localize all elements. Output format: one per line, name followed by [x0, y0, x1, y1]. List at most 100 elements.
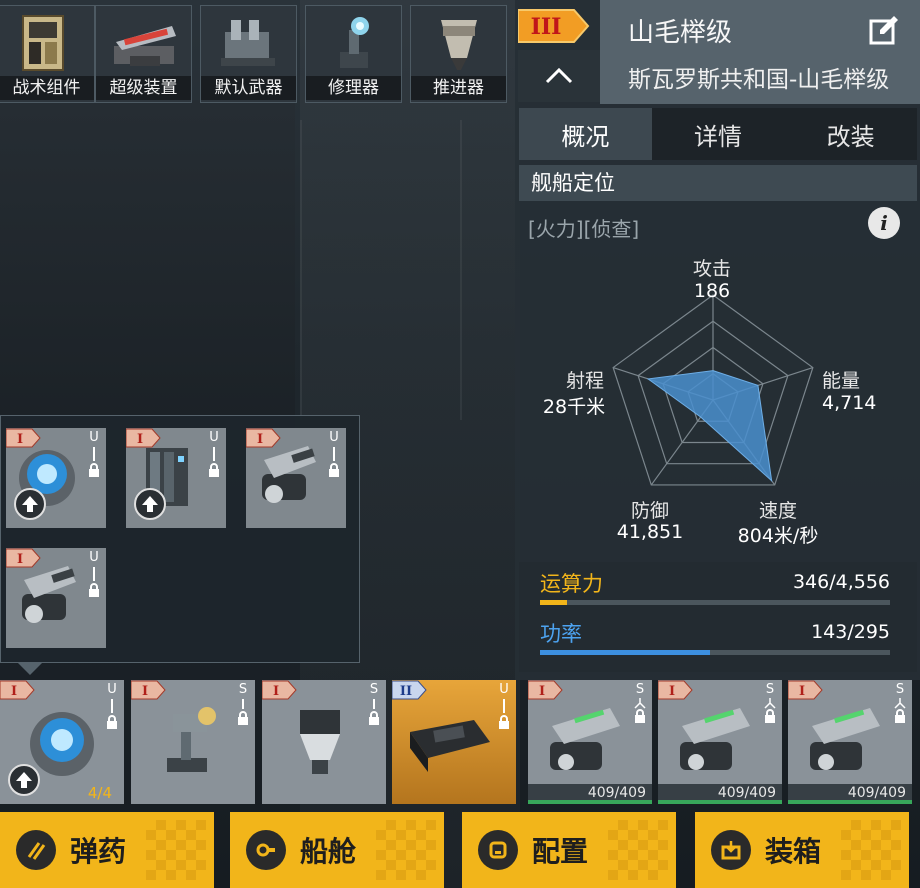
power-bar [540, 650, 890, 655]
chevron-up-icon [545, 67, 573, 84]
category-tactical-module[interactable]: 战术组件 [0, 5, 95, 103]
equipment-slot[interactable]: I S [262, 680, 386, 804]
collapse-button[interactable] [518, 50, 600, 102]
stat-range-label: 射程 [565, 370, 604, 392]
ship-tabs: 概况 详情 改装 [519, 108, 918, 160]
slot-type-letter: U [209, 430, 219, 445]
lock-icon [89, 583, 99, 597]
armor-module-art [410, 720, 490, 772]
durability-bar: 409/409 [528, 784, 652, 804]
popup-module-slot[interactable]: I U [126, 428, 226, 528]
power-value: 143/295 [811, 621, 890, 643]
power-label: 功率 [540, 622, 582, 646]
durability-bar: 409/409 [658, 784, 782, 804]
lock-icon [329, 463, 339, 477]
slot-markers: S [762, 682, 778, 723]
category-label: 默认武器 [201, 76, 296, 100]
edit-icon[interactable] [868, 14, 900, 46]
stat-defense-label: 防御 [630, 500, 669, 522]
slot-markers: S [892, 682, 908, 723]
lock-icon [765, 709, 775, 723]
config-icon [478, 830, 518, 870]
default-weapon-icon [221, 20, 275, 66]
popup-module-slot[interactable]: I U [6, 428, 106, 528]
slot-type-letter: U [89, 430, 99, 445]
popup-module-slot[interactable]: I U [246, 428, 346, 528]
arrow-up-icon [16, 772, 32, 788]
cannon-art [550, 708, 620, 770]
lock-icon [369, 711, 379, 725]
stat-attack-value: 186 [693, 280, 731, 302]
stat-range-value: 28千米 [542, 396, 606, 418]
slot-type-letter: S [369, 682, 379, 697]
tier-badge: III [518, 9, 590, 43]
svg-text:I: I [11, 684, 17, 699]
stat-speed-label: 速度 [758, 500, 797, 522]
stat-energy-label: 能量 [822, 370, 861, 392]
category-repair[interactable]: 修理器 [305, 5, 402, 103]
slot-markers: U [104, 682, 120, 729]
turret-module-art [262, 446, 316, 503]
ship-name: 山毛榉级 [628, 18, 733, 48]
slot-markers: S [235, 682, 251, 725]
upgrade-button[interactable] [14, 488, 46, 520]
durability-bar: 409/409 [788, 784, 912, 804]
tab-refit[interactable]: 改装 [784, 108, 918, 160]
crate-button[interactable]: 装箱 [695, 812, 909, 888]
tab-details[interactable]: 详情 [651, 108, 785, 160]
tier-badge: I [0, 680, 35, 700]
equipment-slot[interactable]: I S [131, 680, 255, 804]
lock-icon [107, 715, 117, 729]
tier-badge: I [528, 680, 563, 700]
cabin-button[interactable]: 船舱 [230, 812, 444, 888]
tier-label: III [531, 14, 562, 40]
slot-type-letter: S [765, 682, 775, 697]
durability-value: 409/409 [587, 785, 646, 801]
equipment-slot[interactable]: I S 409/409 [658, 680, 782, 804]
cabin-label: 船舱 [300, 835, 357, 868]
durability-value: 409/409 [847, 785, 906, 801]
crate-label: 装箱 [765, 835, 822, 868]
info-icon[interactable]: i [868, 207, 900, 239]
ammo-button[interactable]: 弹药 [0, 812, 214, 888]
category-thruster[interactable]: 推进器 [410, 5, 507, 103]
slot-type-letter: S [895, 682, 905, 697]
ship-subtitle: 斯瓦罗斯共和国-山毛榉级 [628, 67, 890, 93]
upgrade-button[interactable] [134, 488, 166, 520]
category-super-device[interactable]: 超级装置 [95, 5, 192, 103]
config-label: 配置 [532, 835, 589, 868]
slot-markers: U [326, 430, 342, 477]
config-button[interactable]: 配置 [462, 812, 676, 888]
cannon-art [810, 708, 880, 770]
equipment-slot[interactable]: I S 409/409 [528, 680, 652, 804]
popup-pointer [18, 663, 42, 675]
lock-icon [209, 463, 219, 477]
upgrade-button[interactable] [8, 764, 40, 796]
svg-text:II: II [400, 684, 412, 699]
section-heading: 舰船定位 [519, 165, 917, 201]
category-label: 超级装置 [96, 76, 191, 100]
slot-type-letter: S [635, 682, 645, 697]
slot-markers: U [206, 430, 222, 477]
tab-overview[interactable]: 概况 [519, 108, 652, 160]
tier-badge: I [131, 680, 166, 700]
equipment-slot[interactable]: I U 4/4 [0, 680, 124, 804]
tier-badge: I [788, 680, 823, 700]
slot-count: 4/4 [87, 784, 112, 802]
lock-icon [238, 711, 248, 725]
slot-markers: U [86, 430, 102, 477]
stat-speed-value: 804米/秒 [737, 525, 819, 547]
category-label: 推进器 [411, 76, 506, 100]
background-beam [460, 120, 462, 420]
equipment-slot[interactable]: I S 409/409 [788, 680, 912, 804]
category-default-weapon[interactable]: 默认武器 [200, 5, 297, 103]
svg-text:I: I [142, 684, 148, 699]
slot-type-letter: U [329, 430, 339, 445]
category-label: 战术组件 [0, 76, 94, 100]
slot-markers: S [632, 682, 648, 723]
popup-module-slot[interactable]: I U [6, 548, 106, 648]
equipment-slot[interactable]: II U [392, 680, 516, 804]
slot-markers: U [86, 550, 102, 597]
lock-icon [635, 709, 645, 723]
arrow-up-icon [142, 496, 158, 512]
